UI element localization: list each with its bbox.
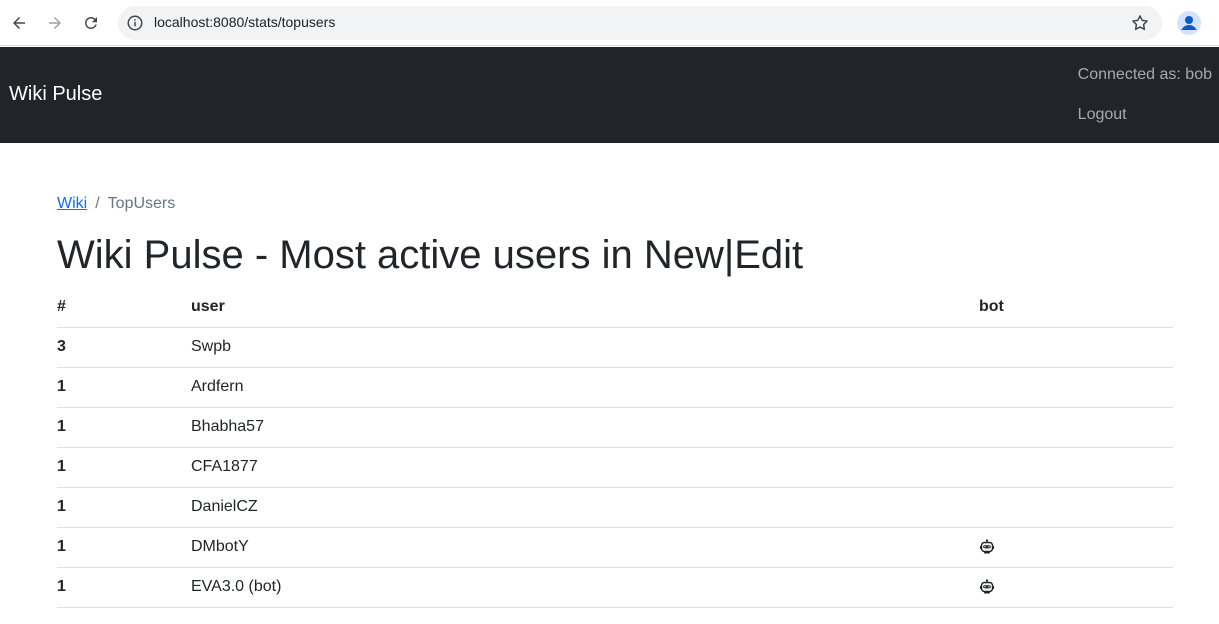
table-row: 1 DanielCZ [57,487,1173,528]
back-button[interactable] [5,9,33,37]
table-row: 1 Bhabha57 [57,407,1173,448]
row-user: Bhabha57 [191,407,979,448]
forward-arrow-icon [49,17,61,29]
page-title: Wiki Pulse - Most active users in New|Ed… [57,233,804,277]
breadcrumb-wiki-link[interactable]: Wiki [57,195,87,212]
site-info-icon[interactable] [126,14,144,32]
connected-user-text: Connected as: bob [1077,66,1212,83]
site-navbar: Wiki Pulse Connected as: bob Logout [0,47,1219,143]
row-user: Ardfern [191,367,979,408]
breadcrumb-separator: / [95,195,100,212]
url-text[interactable]: localhost:8080/stats/topusers [154,14,335,30]
column-header-user: user [191,287,979,328]
breadcrumb-current: TopUsers [107,195,176,212]
breadcrumb: Wiki / TopUsers [57,194,175,214]
reload-button[interactable] [77,9,105,37]
row-count: 1 [57,567,191,608]
top-users-table: # user bot 3 Swpb 1 Ardfern 1 Bhabha57 1 CFA187… [57,287,1173,608]
bookmark-star-icon[interactable] [1130,13,1150,33]
table-row: 3 Swpb [57,327,1173,368]
profile-icon[interactable] [1176,10,1202,36]
row-count: 1 [57,447,191,488]
row-bot [979,527,1173,568]
brand-link[interactable]: Wiki Pulse [9,83,102,106]
robot-icon [979,579,995,595]
address-bar[interactable]: localhost:8080/stats/topusers [118,6,1162,40]
row-count: 3 [57,327,191,368]
row-user: EVA3.0 (bot) [191,567,979,608]
row-bot [979,407,1173,448]
row-bot [979,327,1173,368]
table-row: 1 EVA3.0 (bot) [57,567,1173,608]
row-count: 1 [57,367,191,408]
table-row: 1 Ardfern [57,367,1173,408]
row-user: CFA1877 [191,447,979,488]
row-user: DMbotY [191,527,979,568]
table-row: 1 CFA1877 [57,447,1173,488]
forward-button[interactable] [41,9,69,37]
reload-icon [84,16,97,29]
column-header-rank: # [57,287,191,328]
row-bot [979,367,1173,408]
user-menu: Connected as: bob Logout [1078,65,1212,125]
row-bot [979,447,1173,488]
row-count: 1 [57,487,191,528]
row-user: Swpb [191,327,979,368]
table-row: 1 DMbotY [57,527,1173,568]
column-header-bot: bot [979,287,1173,328]
logout-link[interactable]: Logout [1078,105,1212,125]
row-user: DanielCZ [191,487,979,528]
row-count: 1 [57,407,191,448]
back-arrow-icon [13,17,25,29]
robot-icon [979,539,995,555]
row-bot [979,487,1173,528]
row-count: 1 [57,527,191,568]
browser-toolbar: localhost:8080/stats/topusers [0,0,1219,46]
row-bot [979,567,1173,608]
table-header-row: # user bot [57,287,1173,328]
